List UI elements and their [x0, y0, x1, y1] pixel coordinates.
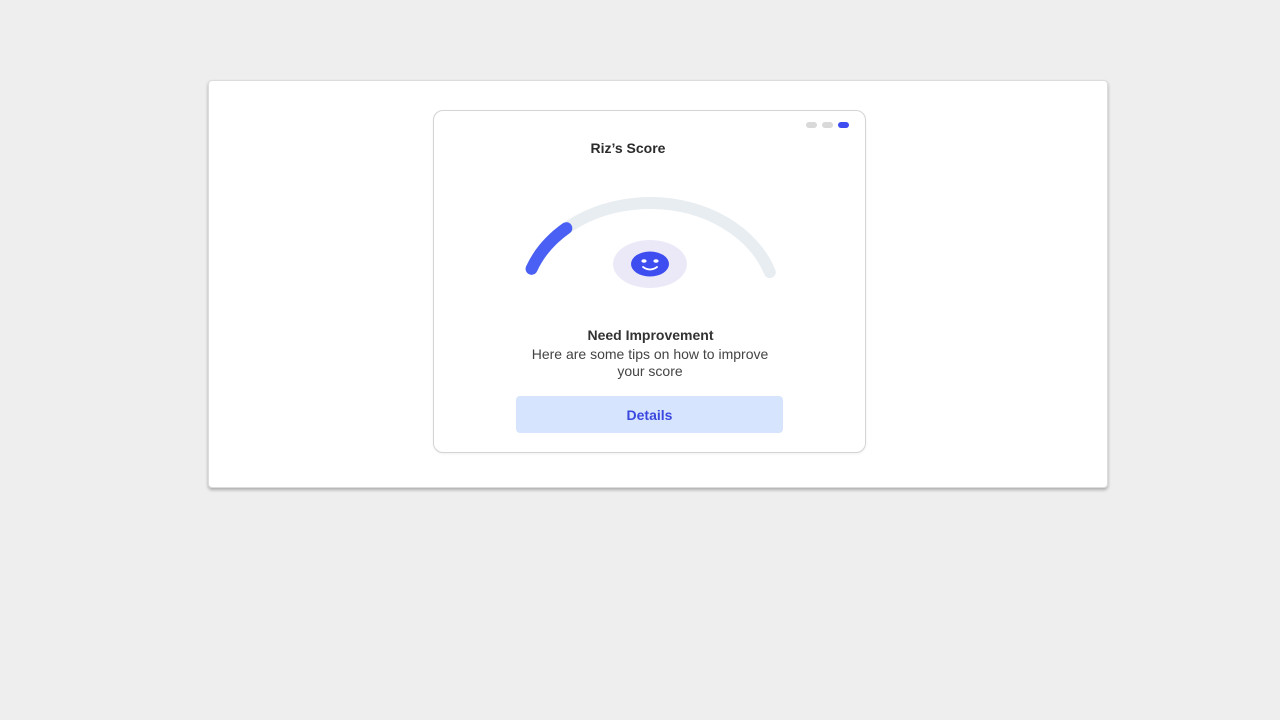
score-gauge — [525, 197, 776, 288]
gauge-fill — [525, 222, 573, 275]
smiley-face-icon — [631, 251, 669, 277]
score-card: Riz’s Score Need Improvement Here are so… — [433, 110, 866, 453]
status-title: Need Improvement — [587, 327, 714, 343]
details-button[interactable]: Details — [516, 396, 783, 433]
status-description: Here are some tips on how to improve you… — [531, 346, 769, 379]
